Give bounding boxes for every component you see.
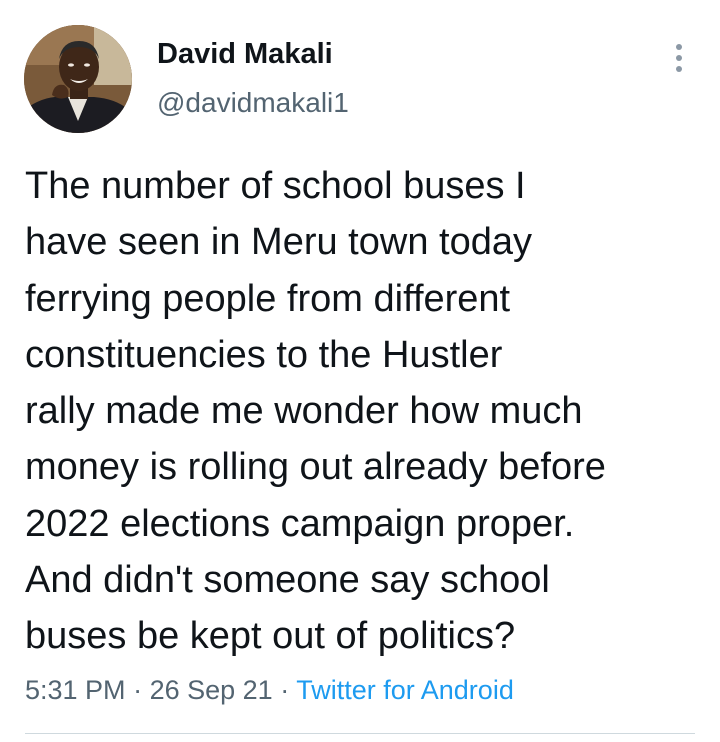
tweet-metadata: 5:31 PM · 26 Sep 21 · Twitter for Androi… (25, 675, 514, 706)
avatar[interactable] (24, 25, 132, 133)
tweet-text-line: have seen in Meru town today (25, 221, 532, 264)
tweet-source-link[interactable]: Twitter for Android (296, 675, 514, 705)
tweet-time[interactable]: 5:31 PM (25, 675, 126, 705)
tweet-text-line: buses be kept out of politics? (25, 615, 516, 658)
tweet-text-line: 2022 elections campaign proper. (25, 502, 575, 545)
tweet-text-line: The number of school buses I (25, 165, 526, 207)
tweet-text: The number of school buses I have seen i… (25, 158, 705, 665)
more-options-button[interactable] (662, 38, 696, 78)
username-handle[interactable]: @davidmakali1 (157, 87, 349, 119)
meta-separator: · (133, 675, 143, 705)
meta-separator: · (280, 675, 290, 705)
divider (25, 733, 695, 734)
tweet-text-line: And didn't someone say school (25, 559, 550, 602)
tweet-date[interactable]: 26 Sep 21 (150, 675, 273, 705)
tweet-text-line: constituencies to the Hustler (25, 333, 503, 376)
tweet-text-line: rally made me wonder how much (25, 390, 583, 433)
profile-photo-icon (24, 25, 132, 133)
more-options-dot (676, 55, 682, 61)
display-name[interactable]: David Makali (157, 38, 333, 71)
tweet-text-line: ferrying people from different (25, 277, 511, 320)
tweet-text-line: money is rolling out already before (25, 446, 606, 489)
more-options-icon (676, 44, 682, 50)
more-options-dot (676, 66, 682, 72)
